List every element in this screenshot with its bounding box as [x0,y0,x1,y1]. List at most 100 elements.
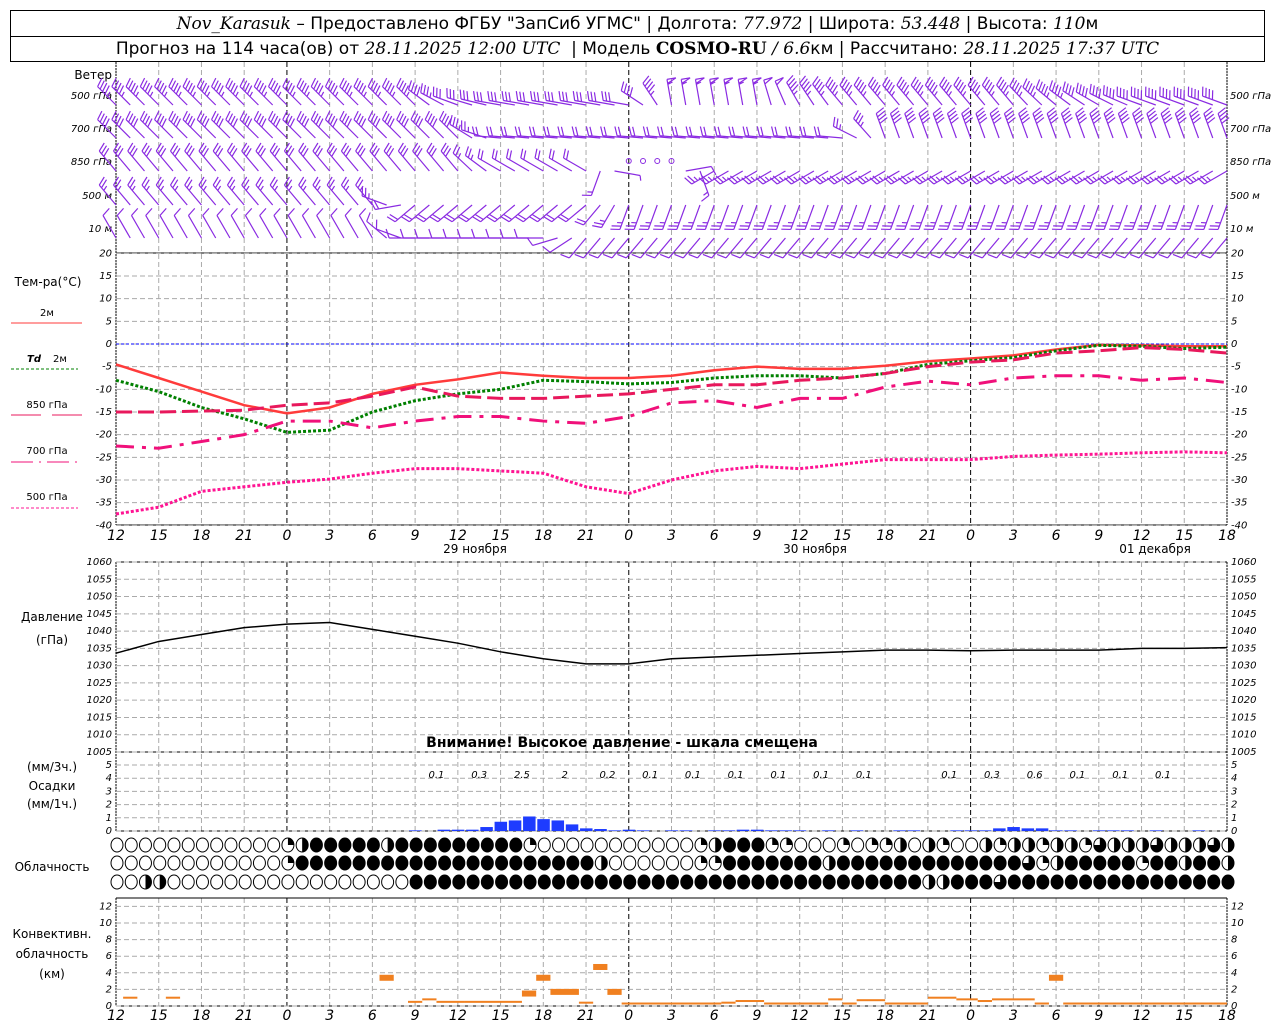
cloud-cover-circle [765,855,779,871]
x-tick-label-conv: 3 [325,1008,334,1024]
x-tick-label-temp: 21 [235,528,253,544]
conv-tick-right: 12 [1231,901,1244,912]
wind-barb [526,237,558,247]
precip-3h-label: 0.1 [685,770,701,781]
x-tick-label-temp: 18 [876,528,894,544]
x-tick-label-temp: 18 [534,528,552,544]
cloud-cover-circle [181,837,195,853]
wind-barb [1075,107,1088,139]
wind-barb [853,110,872,139]
cloud-cover-circle [722,855,736,871]
cloud-cover-circle [751,837,765,853]
cloud-cover-circle [352,837,366,853]
temp-tick-right: -30 [1231,475,1247,486]
cloud-cover-fill [700,856,707,863]
cloud-cover-circle [779,874,793,890]
cloud-cover-circle [423,874,437,890]
conv-tick-left: 4 [106,968,112,979]
cloud-cover-circle [267,874,281,890]
x-tick-label-temp: 3 [667,528,676,544]
cloud-cover-fill [1114,838,1121,853]
cloud-cover-fill [1185,838,1192,853]
wind-barb [723,77,734,106]
cloud-cover-circle [381,874,395,890]
precip-bar [679,830,693,831]
precip-3h-label: 0.3 [471,770,487,781]
x-tick-label-conv: 15 [492,1008,510,1024]
wind-barb [832,116,857,139]
cloud-cover-circle [124,837,138,853]
legend-td-label: Td [27,354,42,365]
wind-barb [211,77,231,106]
cloud-cover-circle [210,874,224,890]
wind-barb [396,110,416,139]
precip-bar [964,830,978,831]
temp-tick-right: 15 [1231,271,1244,282]
cloud-cover-fill [1042,838,1049,845]
cloud-cover-circle [252,855,266,871]
cloud-cover-circle [965,837,979,853]
wind-barb [182,110,202,139]
wind-barb [139,110,160,139]
wind-barb [298,176,316,206]
precip-bar [793,830,807,831]
x-tick-label-conv: 18 [193,1008,211,1024]
temp-tick-left: -30 [96,475,112,486]
wind-barb [774,77,786,106]
wind-barb [216,207,231,239]
wind-barb [987,237,1014,259]
wind-barb [226,142,245,172]
wind-barb [959,237,986,259]
cloud-cover-circle [623,874,637,890]
conv-cloud-bar [991,998,1035,1001]
wind-barb [225,110,245,139]
cloud-cover-fill [1057,838,1064,853]
cloud-cover-circle [566,837,580,853]
precip-bar [608,830,622,831]
wind-barb [1018,107,1031,139]
wind-barb [788,237,815,259]
wind-barb [1060,107,1073,139]
wind-level-label-right: 850 гПа [1230,157,1271,168]
wind-barb [620,81,644,106]
precip-bar [1192,830,1206,831]
temp-tick-right: 10 [1231,294,1244,305]
cloud-cover-circle [1079,855,1093,871]
wind-barb [367,110,388,139]
cloud-cover-circle [324,874,338,890]
pressure-tick-left: 1050 [87,592,112,603]
wind-barb [212,176,231,206]
temp-tick-right: -25 [1231,452,1247,463]
precip-tick-left: 5 [106,760,112,771]
cloud-cover-circle [438,837,452,853]
cloud-cover-circle [680,874,694,890]
cloud-cover-fill [900,838,907,853]
wind-barb [184,142,202,172]
wind-barb [946,107,959,139]
cloud-cover-circle [210,837,224,853]
cloud-cover-circle [666,837,679,853]
x-tick-label-temp: 6 [368,528,377,544]
cloud-cover-fill [843,838,850,845]
wind-barb [981,76,1000,106]
cloud-cover-circle [395,874,409,890]
cloud-cover-circle [295,855,309,871]
wind-barb [139,77,160,106]
cloud-cover-circle [153,855,167,871]
x-tick-label-conv: 12 [791,1008,809,1024]
cloud-cover-circle [281,874,295,890]
x-tick-label-temp: 12 [1133,528,1151,544]
wind-barb [361,186,387,206]
cloud-cover-circle [950,855,964,871]
wind-barb [1158,237,1185,259]
precip-tick-left: 3 [106,786,112,797]
cloud-cover-circle [1064,874,1078,890]
cloud-cover-circle [452,837,466,853]
cloud-cover-circle [950,874,964,890]
cloud-cover-circle [423,837,437,853]
wind-barb [1101,237,1128,259]
cloud-cover-fill [1057,856,1064,871]
cloud-cover-circle [366,837,380,853]
wind-barb [127,176,145,206]
wind-barb [154,110,174,139]
